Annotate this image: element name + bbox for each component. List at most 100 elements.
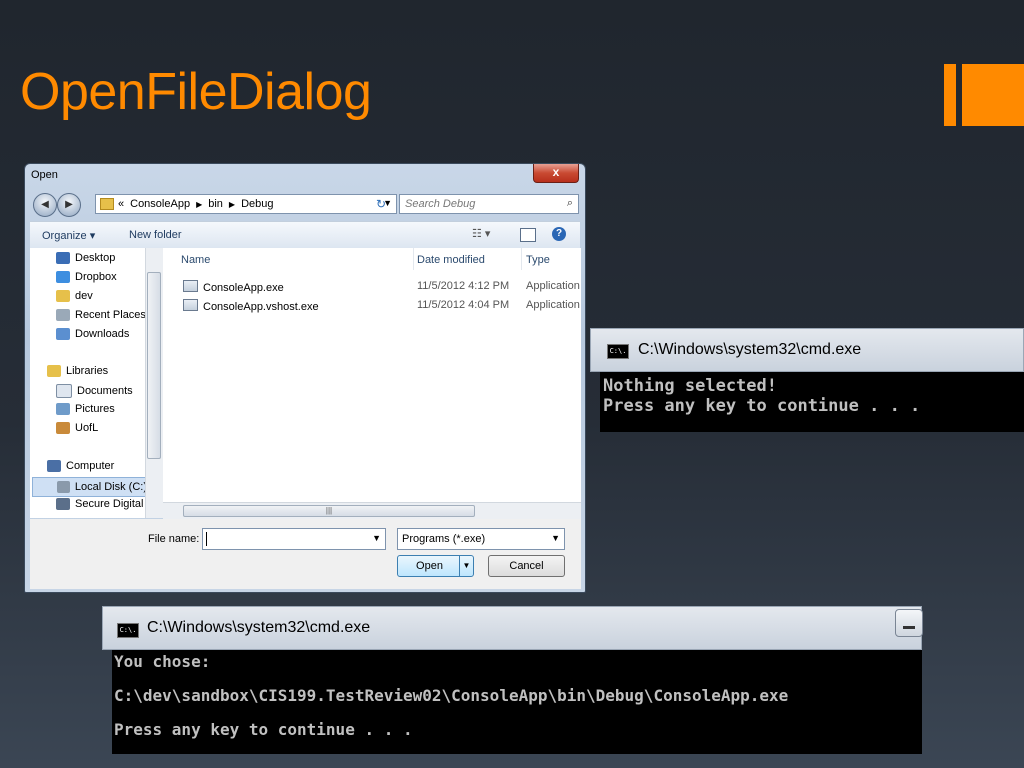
sidebar-item-label: Computer xyxy=(66,460,115,472)
horizontal-scrollbar-thumb[interactable]: ||| xyxy=(183,505,475,517)
sidebar-item-label: Dropbox xyxy=(75,271,117,283)
view-options-icon[interactable]: ☷ ▾ xyxy=(472,227,490,240)
exe-file-icon xyxy=(183,280,198,292)
sidebar-item-pictures[interactable]: Pictures xyxy=(56,403,115,415)
sidebar-item-recent-places[interactable]: Recent Places xyxy=(56,309,146,321)
text-caret xyxy=(206,532,207,546)
user-icon xyxy=(56,422,70,434)
column-divider[interactable] xyxy=(521,248,522,270)
accent-block xyxy=(962,64,1024,126)
console-line: Press any key to continue . . . xyxy=(114,720,413,739)
recent-places-icon xyxy=(56,309,70,321)
open-options-chevron-icon[interactable]: ▼ xyxy=(459,556,473,576)
filename-input[interactable]: ▼ xyxy=(202,528,386,550)
console-line: You chose: xyxy=(114,652,211,671)
console-line: Nothing selected! xyxy=(603,376,777,396)
sidebar-item-label: Local Disk (C:) xyxy=(74,481,147,493)
sidebar-item-label: Libraries xyxy=(66,365,109,377)
console-line: Press any key to continue . . . xyxy=(603,396,921,416)
sidebar-item-dropbox[interactable]: Dropbox xyxy=(56,271,117,283)
chevron-down-icon[interactable]: ▼ xyxy=(551,533,560,543)
sidebar-item-label: UofL xyxy=(75,422,99,434)
minimize-button[interactable] xyxy=(895,609,923,637)
chevron-right-icon[interactable]: ▶ xyxy=(229,200,235,209)
new-folder-button[interactable]: New folder xyxy=(129,229,182,241)
search-icon[interactable]: ⌕ xyxy=(567,197,573,210)
sd-card-icon xyxy=(56,498,70,510)
search-input[interactable]: Search Debug ⌕ xyxy=(399,194,579,214)
sidebar-item-downloads[interactable]: Downloads xyxy=(56,328,129,340)
file-date: 11/5/2012 4:12 PM xyxy=(417,280,510,292)
filename-label: File name: xyxy=(148,533,200,545)
column-header-date[interactable]: Date modified xyxy=(417,254,485,266)
sidebar-item-desktop[interactable]: Desktop xyxy=(56,252,115,264)
slide-title: OpenFileDialog xyxy=(20,63,372,121)
file-name: ConsoleApp.vshost.exe xyxy=(203,301,319,313)
computer-icon xyxy=(47,460,61,472)
sidebar-item-dev[interactable]: dev xyxy=(56,290,93,302)
accent-bar xyxy=(944,64,956,126)
pictures-icon xyxy=(56,403,70,415)
desktop-icon xyxy=(56,252,70,264)
preview-pane-icon[interactable] xyxy=(520,228,536,242)
sidebar-item-libraries[interactable]: Libraries xyxy=(47,365,108,377)
file-row[interactable]: ConsoleApp.exe xyxy=(183,280,284,294)
sidebar-item-label: Pictures xyxy=(75,403,115,415)
console-title-bar: C:\. C:\Windows\system32\cmd.exe xyxy=(590,328,1024,372)
file-name: ConsoleApp.exe xyxy=(203,282,284,294)
toolbar: Organize ▾ New folder ☷ ▾ ? xyxy=(30,221,580,249)
dropbox-icon xyxy=(56,271,70,283)
column-header-name[interactable]: Name xyxy=(181,254,210,266)
back-button[interactable]: ◀ xyxy=(33,193,57,217)
sidebar-item-secure-digital[interactable]: Secure Digital S xyxy=(56,498,154,510)
file-row[interactable]: ConsoleApp.vshost.exe xyxy=(183,299,319,313)
forward-button[interactable]: ▶ xyxy=(57,193,81,217)
sidebar-item-documents[interactable]: Documents xyxy=(56,384,133,398)
sidebar-item-label: Downloads xyxy=(75,328,130,340)
dialog-footer: File name: ▼ Programs (*.exe) ▼ Open ▼ C… xyxy=(30,519,581,589)
chevron-right-icon[interactable]: ▶ xyxy=(196,200,202,209)
exe-file-icon xyxy=(183,299,198,311)
sidebar-item-label: dev xyxy=(75,290,93,302)
sidebar-item-label: Recent Places xyxy=(75,309,146,321)
console-output: Nothing selected! Press any key to conti… xyxy=(600,372,1024,432)
dialog-title: Open xyxy=(31,169,58,181)
open-button[interactable]: Open ▼ xyxy=(397,555,474,577)
close-icon: x xyxy=(552,165,560,179)
downloads-icon xyxy=(56,328,70,340)
sidebar-item-label: Secure Digital S xyxy=(75,498,154,510)
column-header-type[interactable]: Type xyxy=(526,254,550,266)
breadcrumb-consoleapp[interactable]: ConsoleApp xyxy=(130,198,190,210)
breadcrumb-debug[interactable]: Debug xyxy=(241,198,273,210)
horizontal-scrollbar[interactable]: ||| xyxy=(163,502,581,519)
sidebar-item-label: Desktop xyxy=(75,252,116,264)
file-type: Application xyxy=(526,280,580,292)
sidebar-item-computer[interactable]: Computer xyxy=(47,460,114,472)
sidebar-item-local-disk[interactable]: Local Disk (C:) xyxy=(32,477,148,497)
close-button[interactable]: x xyxy=(533,164,579,183)
file-list: Name Date modified Type ConsoleApp.exe 1… xyxy=(163,248,581,502)
console-title: C:\Windows\system32\cmd.exe xyxy=(638,341,862,358)
sidebar-item-label: Documents xyxy=(77,385,133,397)
address-bar[interactable]: « ConsoleApp ▶ bin ▶ Debug ▼ xyxy=(95,194,397,214)
forward-arrow-icon: ▶ xyxy=(65,199,73,210)
cancel-button[interactable]: Cancel xyxy=(488,555,565,577)
filetype-select[interactable]: Programs (*.exe) ▼ xyxy=(397,528,565,550)
nav-scrollbar-thumb[interactable] xyxy=(147,272,161,459)
sidebar-item-uofl[interactable]: UofL xyxy=(56,422,98,434)
console-line: C:\dev\sandbox\CIS199.TestReview02\Conso… xyxy=(114,686,789,705)
minimize-icon xyxy=(903,626,915,629)
refresh-icon[interactable]: ↻ xyxy=(372,194,390,214)
file-date: 11/5/2012 4:04 PM xyxy=(417,299,510,311)
documents-icon xyxy=(56,384,72,398)
console-window-2: C:\. C:\Windows\system32\cmd.exe You cho… xyxy=(102,606,923,754)
console-window-1: C:\. C:\Windows\system32\cmd.exe Nothing… xyxy=(590,328,1024,432)
breadcrumb-bin[interactable]: bin xyxy=(208,198,223,210)
column-divider[interactable] xyxy=(413,248,414,270)
cmd-icon: C:\. xyxy=(607,344,629,359)
chevron-down-icon[interactable]: ▼ xyxy=(372,533,381,543)
help-icon[interactable]: ? xyxy=(552,227,566,241)
address-prefix[interactable]: « xyxy=(118,198,124,210)
folder-icon xyxy=(100,198,114,210)
organize-button[interactable]: Organize ▾ xyxy=(42,229,95,242)
